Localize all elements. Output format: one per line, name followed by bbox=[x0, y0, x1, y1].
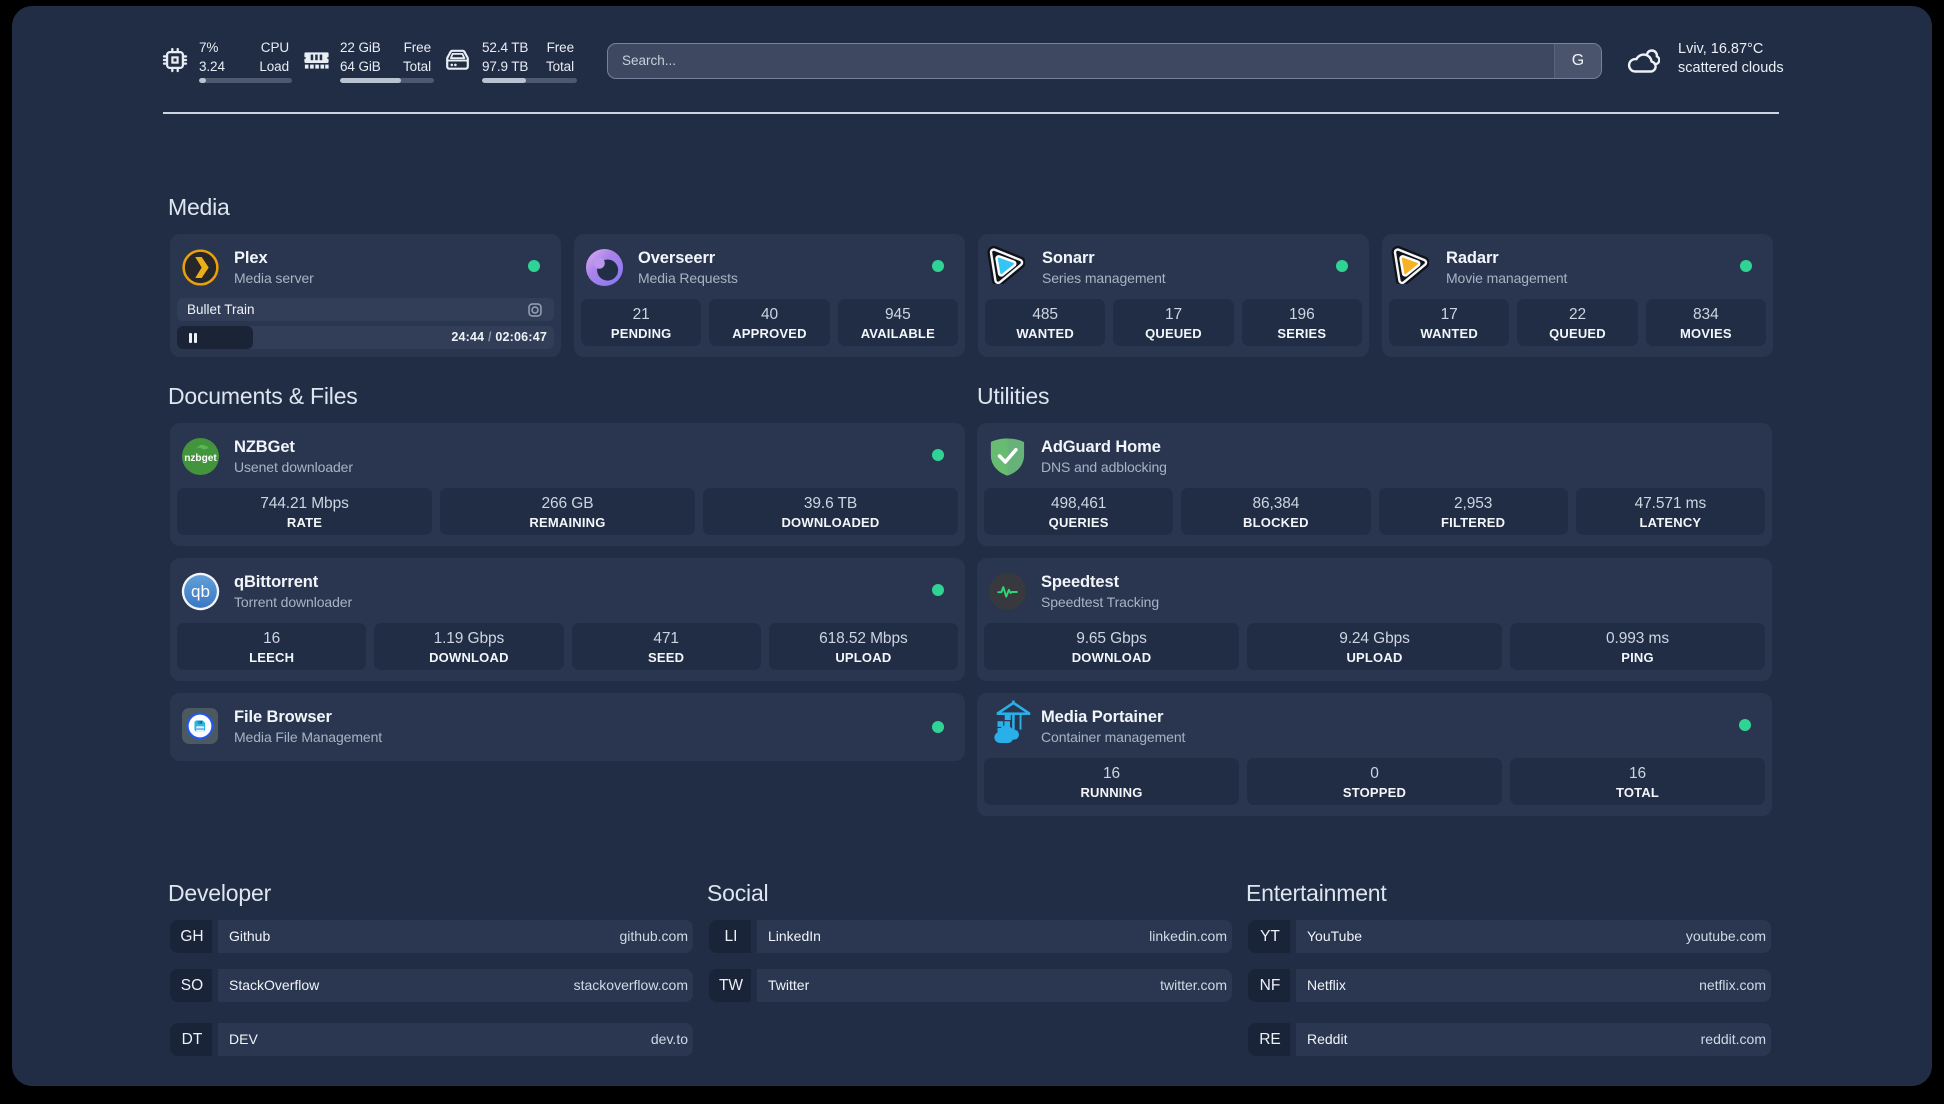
svg-text:nzbget: nzbget bbox=[184, 453, 217, 464]
svg-text:qb: qb bbox=[191, 582, 210, 601]
